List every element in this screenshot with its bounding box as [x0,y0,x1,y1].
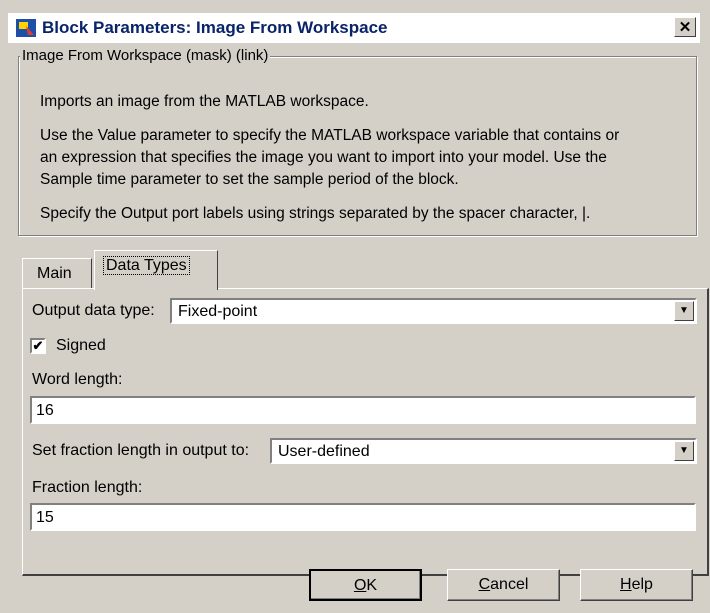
description-line: Sample time parameter to set the sample … [40,171,459,188]
help-button[interactable]: Help [580,569,693,601]
help-mnemonic: H [620,576,632,593]
fraction-length-label: Fraction length: [32,479,143,496]
description-line: Imports an image from the MATLAB workspa… [40,93,369,110]
chevron-down-icon[interactable]: ▼ [674,441,694,461]
cancel-label: ancel [490,576,529,593]
fraction-mode-value: User-defined [278,443,370,460]
output-data-type-value: Fixed-point [178,303,258,320]
output-data-type-select[interactable]: Fixed-point ▼ [170,298,697,324]
ok-label: K [366,577,378,594]
tab-data-types-label: Data Types [103,256,190,275]
help-label: elp [631,576,653,593]
description-line: an expression that specifies the image y… [40,149,607,166]
simulink-block-icon [16,19,36,37]
description-line: Use the Value parameter to specify the M… [40,127,620,144]
dialog-window: Block Parameters: Image From Workspace ✕… [0,0,710,613]
title-bar: Block Parameters: Image From Workspace ✕ [8,13,700,43]
close-button[interactable]: ✕ [674,17,696,37]
signed-checkbox[interactable]: ✔ [30,338,46,354]
word-length-field[interactable]: 16 [30,396,696,424]
group-legend: Image From Workspace (mask) (link) [20,47,271,64]
signed-label: Signed [56,337,106,354]
cancel-button[interactable]: Cancel [447,569,560,601]
cancel-mnemonic: C [478,576,491,593]
fraction-length-field[interactable]: 15 [30,503,696,531]
data-types-panel [22,288,709,576]
window-title: Block Parameters: Image From Workspace [42,18,388,37]
description-line: Specify the Output port labels using str… [40,205,591,222]
word-length-label: Word length: [32,371,123,388]
chevron-down-icon[interactable]: ▼ [674,301,694,321]
output-data-type-label: Output data type: [32,302,155,319]
tab-data-types[interactable]: Data Types [94,250,218,290]
tab-main[interactable]: Main [22,258,92,288]
ok-button[interactable]: OK [309,569,422,601]
fraction-mode-label: Set fraction length in output to: [32,442,250,459]
ok-mnemonic: O [353,577,367,594]
fraction-mode-select[interactable]: User-defined ▼ [270,438,697,464]
